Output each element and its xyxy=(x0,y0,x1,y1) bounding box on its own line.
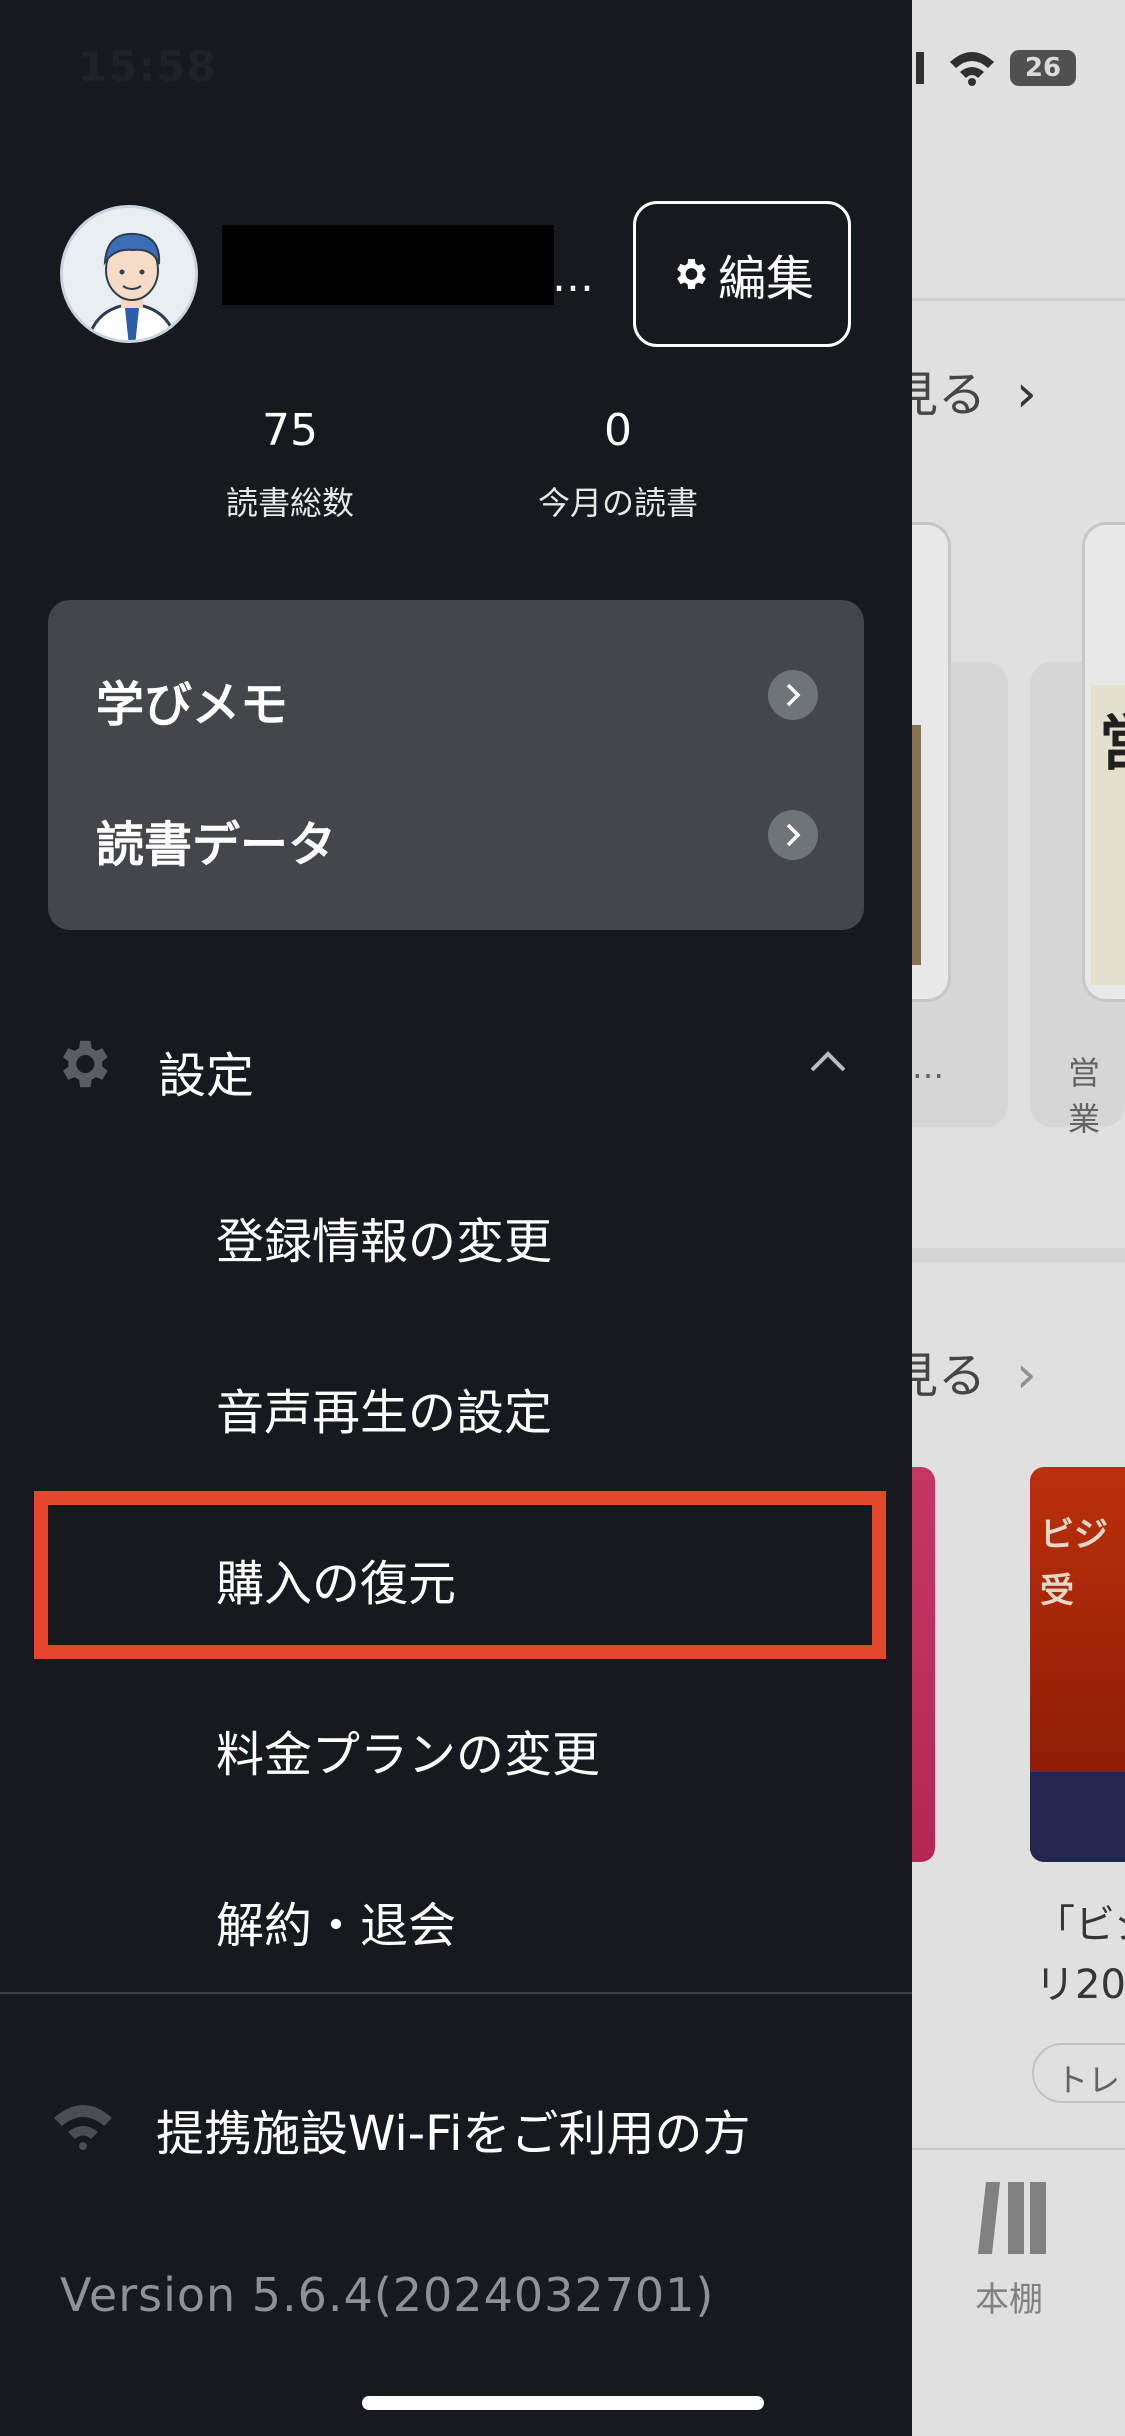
user-avatar-icon xyxy=(63,208,195,340)
app-version: Version 5.6.4(2024032701) xyxy=(60,2268,715,2322)
highlight-box xyxy=(34,1491,886,1659)
menu-item-reading-data[interactable]: 読書データ xyxy=(48,765,864,905)
monthly-reads-label: 今月の読書 xyxy=(537,484,698,522)
status-time: 15:58 xyxy=(78,42,217,91)
settings-item-change-plan[interactable]: 料金プランの変更 xyxy=(216,1715,600,1785)
gear-icon xyxy=(63,1040,108,1088)
home-indicator xyxy=(362,2396,764,2410)
side-drawer: 15:58 … 編集 75 読書総数 0 今月の読書 学びメモ 読書データ 設定… xyxy=(0,0,912,2436)
settings-item-audio-playback[interactable]: 音声再生の設定 xyxy=(216,1373,552,1443)
chevron-right-icon xyxy=(768,810,818,860)
chevron-right-icon xyxy=(768,670,818,720)
menu-item-learning-notes[interactable]: 学びメモ xyxy=(48,625,864,765)
monthly-reads-value: 0 xyxy=(604,405,632,456)
divider xyxy=(0,1992,912,1994)
redacted-username xyxy=(222,225,554,305)
avatar[interactable] xyxy=(60,205,198,343)
settings-section-toggle[interactable]: 設定 xyxy=(158,1036,254,1106)
menu-item-label: 読書データ xyxy=(96,817,337,873)
settings-item-cancel-account[interactable]: 解約・退会 xyxy=(216,1886,456,1956)
username-ellipsis: … xyxy=(552,252,594,301)
total-reads-label: 読書総数 xyxy=(225,484,354,522)
edit-button-label: 編集 xyxy=(717,251,814,307)
edit-profile-button[interactable]: 編集 xyxy=(633,201,851,347)
settings-item-registration[interactable]: 登録情報の変更 xyxy=(216,1202,552,1272)
gear-icon xyxy=(677,259,706,289)
wifi-partner-link[interactable]: 提携施設Wi-Fiをご利用の方 xyxy=(156,2094,751,2164)
total-reads-value: 75 xyxy=(262,405,318,456)
chevron-up-icon[interactable] xyxy=(808,1048,848,1074)
menu-item-label: 学びメモ xyxy=(96,677,289,733)
wifi-icon xyxy=(54,2105,112,2150)
